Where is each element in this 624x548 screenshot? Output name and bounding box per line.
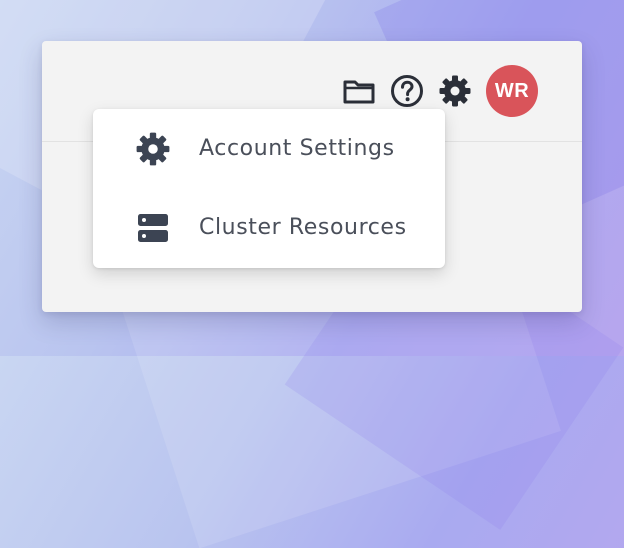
user-avatar[interactable]: WR (486, 65, 538, 117)
menu-item-cluster-resources[interactable]: Cluster Resources (93, 188, 445, 267)
server-icon (133, 208, 173, 248)
gear-icon (133, 129, 173, 169)
avatar-initials: WR (494, 79, 530, 102)
gear-icon (439, 75, 471, 107)
menu-item-label: Cluster Resources (199, 215, 407, 240)
folder-icon (343, 80, 375, 104)
toolbar: WR (342, 65, 538, 117)
settings-button[interactable] (438, 74, 472, 108)
help-button[interactable] (390, 74, 424, 108)
folder-button[interactable] (342, 74, 376, 108)
help-icon (391, 75, 423, 107)
menu-item-label: Account Settings (199, 136, 395, 161)
settings-dropdown-menu: Account Settings Cluster Resources (93, 109, 445, 268)
menu-item-account-settings[interactable]: Account Settings (93, 109, 445, 188)
